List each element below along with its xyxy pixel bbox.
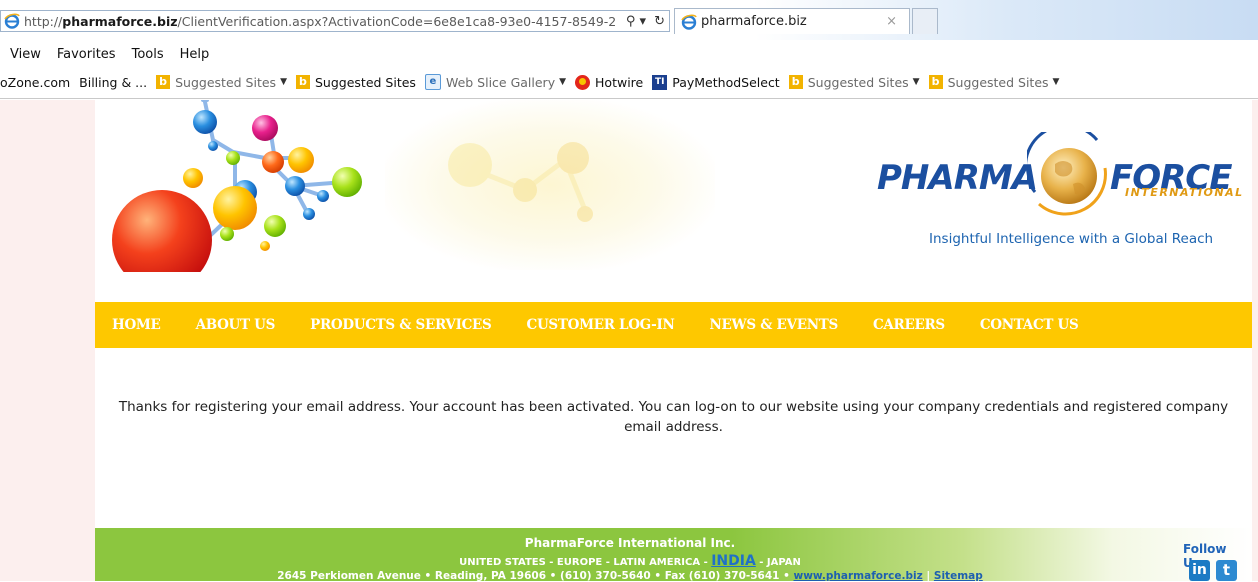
search-icon[interactable] — [1221, 272, 1241, 273]
footer-regions: UNITED STATES - EUROPE - LATIN AMERICA -… — [459, 553, 801, 569]
ie-icon — [4, 13, 20, 29]
twitter-icon[interactable]: t — [1216, 560, 1237, 581]
chrome-divider — [0, 98, 1258, 99]
nav-about-us[interactable]: ABOUT US — [196, 317, 276, 333]
fav-billing[interactable]: Billing & ... — [79, 75, 147, 90]
new-tab-button[interactable] — [912, 8, 938, 34]
fav-suggested-sites-2[interactable]: b Suggested Sites — [295, 75, 416, 90]
paymethod-icon: TI — [652, 74, 668, 90]
nav-news-events[interactable]: NEWS & EVENTS — [710, 317, 839, 333]
fav-paymethodselect[interactable]: TI PayMethodSelect — [652, 74, 780, 90]
faint-molecule-icon — [448, 142, 593, 222]
footer-address: 2645 Perkiomen Avenue • Reading, PA 1960… — [277, 570, 983, 582]
site-footer: PharmaForce International Inc. UNITED ST… — [95, 528, 1252, 582]
fav-web-slice-gallery[interactable]: e Web Slice Gallery ▼ — [424, 74, 567, 90]
menu-favorites[interactable]: Favorites — [57, 47, 116, 62]
ie-tab-icon — [681, 14, 697, 30]
search-dropdown-icon[interactable]: ⚲ ▾ — [622, 14, 650, 29]
nav-contact-us[interactable]: CONTACT US — [980, 317, 1079, 333]
footer-company-name: PharmaForce International Inc. — [524, 536, 736, 550]
footer-region-india-link[interactable]: INDIA — [711, 553, 756, 569]
address-bar[interactable]: http://pharmaforce.biz/ClientVerificatio… — [0, 10, 670, 32]
nav-careers[interactable]: CAREERS — [873, 317, 945, 333]
refresh-icon[interactable]: ↻ — [650, 14, 669, 29]
menu-help[interactable]: Help — [180, 47, 210, 62]
caret-down-icon: ▼ — [912, 77, 920, 87]
menu-tools[interactable]: Tools — [132, 47, 164, 62]
website-container: PHARMA FORCE INTERNATIONAL Insightful In… — [95, 100, 1252, 582]
tab-pharmaforce[interactable]: pharmaforce.biz × — [674, 8, 910, 34]
caret-down-icon: ▼ — [559, 77, 567, 87]
tab-title: pharmaforce.biz — [701, 14, 807, 29]
browser-chrome: http://pharmaforce.biz/ClientVerificatio… — [0, 0, 1258, 100]
menu-bar: View Favorites Tools Help — [0, 43, 215, 65]
hotwire-icon — [575, 74, 591, 90]
url-text[interactable]: http://pharmaforce.biz/ClientVerificatio… — [24, 14, 622, 29]
logo-text-pharma: PHARMA — [877, 158, 1038, 198]
favorites-bar: oZone.com Billing & ... b Suggested Sites… — [0, 70, 1068, 94]
fav-hotwire[interactable]: Hotwire — [575, 74, 643, 90]
tab-close-icon[interactable]: × — [886, 14, 897, 29]
nav-customer-login[interactable]: CUSTOMER LOG-IN — [527, 317, 675, 333]
fav-suggested-sites-1[interactable]: b Suggested Sites ▼ — [156, 75, 287, 90]
bing-icon: b — [295, 75, 310, 89]
site-header: PHARMA FORCE INTERNATIONAL Insightful In… — [95, 100, 1252, 273]
globe-icon — [1027, 132, 1107, 216]
caret-down-icon: ▼ — [1052, 77, 1060, 87]
nav-home[interactable]: HOME — [112, 317, 161, 333]
footer-sitemap-link[interactable]: Sitemap — [934, 570, 983, 582]
molecule-illustration — [112, 100, 362, 272]
bing-icon: b — [928, 75, 943, 89]
bing-icon: b — [788, 75, 803, 89]
fav-suggested-sites-3[interactable]: b Suggested Sites ▼ — [788, 75, 920, 90]
address-row: http://pharmaforce.biz/ClientVerificatio… — [0, 0, 1258, 40]
logo-text-international: INTERNATIONAL — [1125, 186, 1244, 199]
caret-down-icon: ▼ — [280, 77, 287, 87]
fav-suggested-sites-4[interactable]: b Suggested Sites ▼ — [928, 75, 1060, 90]
linkedin-icon[interactable]: in — [1189, 560, 1210, 581]
footer-website-link[interactable]: www.pharmaforce.biz — [794, 570, 923, 582]
bing-icon: b — [156, 75, 171, 89]
web-slice-icon: e — [424, 74, 441, 90]
activation-message: Thanks for registering your email addres… — [118, 399, 1229, 435]
nav-products-services[interactable]: PRODUCTS & SERVICES — [310, 317, 492, 333]
fav-ozone[interactable]: oZone.com — [0, 75, 70, 90]
tagline: Insightful Intelligence with a Global Re… — [929, 231, 1214, 247]
main-navigation: HOME ABOUT US PRODUCTS & SERVICES CUSTOM… — [95, 302, 1252, 348]
menu-view[interactable]: View — [10, 47, 41, 62]
